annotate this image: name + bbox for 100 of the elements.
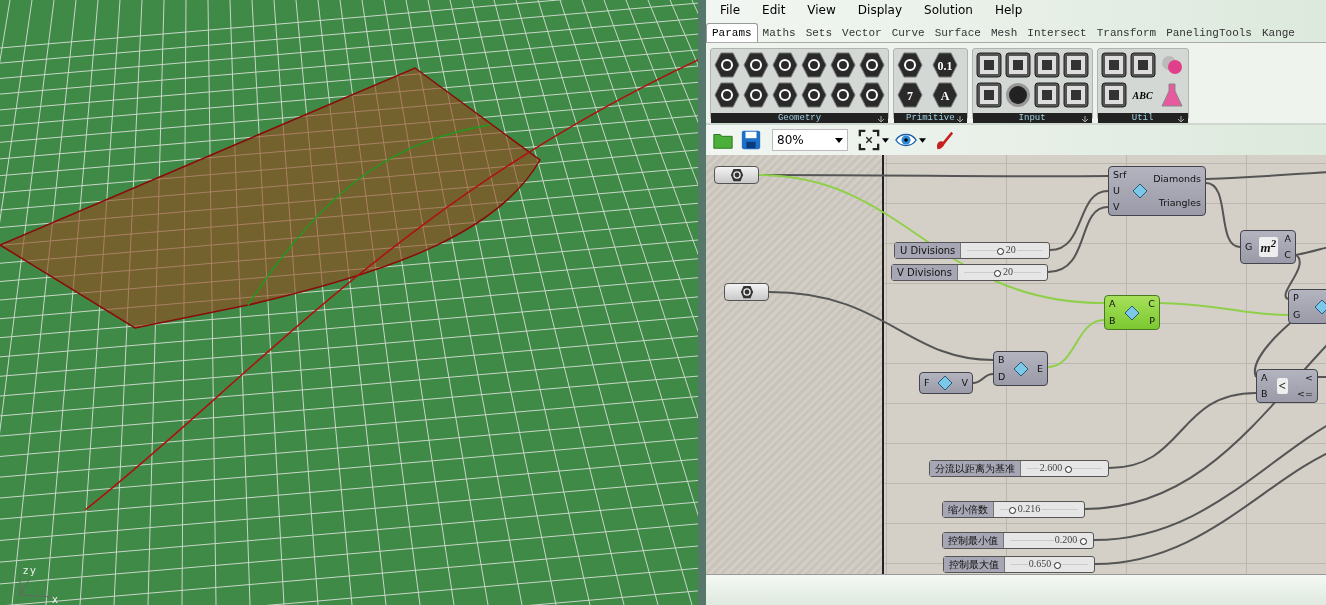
tile-icon[interactable] bbox=[1033, 52, 1060, 78]
tile-icon[interactable] bbox=[1033, 82, 1060, 108]
hexagon-icon[interactable] bbox=[743, 52, 769, 78]
slider-track[interactable]: 0.200 bbox=[1010, 533, 1087, 548]
hexagon-icon[interactable] bbox=[859, 52, 885, 78]
canvas[interactable]: Srf U V Diamonds Triangles U Divisions 20 V Divisions 20 G m$^{2}$ A C A B C P P G B D E F V A B < < <= 分流以距离为基准 2.600 缩小倍数 0.216 控制最小值 0.200 控制最大值 0.650 bbox=[706, 155, 1326, 574]
tab[interactable]: Intersect bbox=[1022, 24, 1092, 42]
expand-icon[interactable] bbox=[1176, 115, 1185, 123]
hexagon-icon[interactable] bbox=[830, 82, 856, 108]
tile-icon[interactable] bbox=[975, 52, 1002, 78]
component-node[interactable]: A B < < <= bbox=[1256, 369, 1318, 403]
menu-item[interactable]: Help bbox=[994, 3, 1023, 17]
caret-icon bbox=[835, 137, 843, 143]
slider-thumb[interactable] bbox=[994, 269, 1001, 277]
component-node[interactable]: B D E bbox=[993, 351, 1048, 386]
component-node[interactable]: P G bbox=[1288, 289, 1326, 324]
knob-icon[interactable] bbox=[1004, 82, 1031, 108]
group-label: Input bbox=[1018, 113, 1046, 123]
text-icon[interactable]: ABC bbox=[1129, 82, 1156, 108]
slider-value: 0.200 bbox=[1053, 534, 1079, 545]
hexagon-icon[interactable]: 7 bbox=[897, 82, 923, 108]
caret-icon[interactable] bbox=[919, 137, 926, 143]
menu-item[interactable]: View bbox=[807, 3, 836, 17]
tab[interactable]: Mesh bbox=[985, 24, 1023, 42]
slider-thumb[interactable] bbox=[1054, 561, 1062, 569]
hexagon-icon[interactable] bbox=[714, 82, 740, 108]
slider-value: 20 bbox=[1002, 266, 1014, 277]
axis-label: x bbox=[52, 594, 58, 605]
component-node[interactable]: A B C P bbox=[1104, 295, 1160, 330]
tab[interactable]: Curve bbox=[886, 24, 930, 42]
axis-label: y bbox=[30, 565, 36, 576]
save-icon[interactable] bbox=[740, 129, 762, 151]
slider-track[interactable]: 0.216 bbox=[1000, 502, 1078, 517]
tab[interactable]: Sets bbox=[800, 24, 838, 42]
expand-icon[interactable] bbox=[877, 115, 885, 123]
hexagon-icon bbox=[738, 285, 755, 299]
parameter-node[interactable] bbox=[724, 283, 769, 301]
tab[interactable]: Transform bbox=[1091, 24, 1162, 42]
number-slider[interactable]: 分流以距离为基准 2.600 bbox=[929, 460, 1109, 477]
slider-value: 0.216 bbox=[1016, 503, 1042, 514]
slider-value: 20 bbox=[1004, 244, 1017, 255]
slider-track[interactable]: 2.600 bbox=[1027, 461, 1102, 476]
tab[interactable]: Kange bbox=[1256, 24, 1300, 42]
hexagon-icon[interactable] bbox=[772, 52, 798, 78]
slider-track[interactable]: 20 bbox=[963, 265, 1041, 280]
slider-label: V Divisions bbox=[892, 265, 958, 280]
hexagon-icon[interactable]: 0.1 bbox=[931, 52, 958, 78]
hexagon-icon[interactable] bbox=[772, 82, 798, 108]
hexagon-icon[interactable] bbox=[801, 52, 827, 78]
hexagon-icon[interactable] bbox=[743, 82, 769, 108]
slider-track[interactable]: 0.650 bbox=[1011, 557, 1088, 572]
number-slider[interactable]: V Divisions 20 bbox=[891, 264, 1048, 281]
slider-thumb[interactable] bbox=[1080, 537, 1088, 545]
component-icon bbox=[1313, 298, 1326, 315]
component-icon bbox=[937, 375, 954, 391]
tile-icon[interactable] bbox=[1100, 52, 1127, 78]
slider-track[interactable]: 20 bbox=[967, 243, 1043, 258]
slider-label: 控制最小值 bbox=[943, 533, 1004, 548]
tile-icon[interactable] bbox=[1062, 82, 1089, 108]
input-label: B bbox=[1261, 388, 1268, 400]
hexagon-icon[interactable] bbox=[859, 82, 885, 108]
tile-icon[interactable] bbox=[1004, 52, 1031, 78]
tab[interactable]: Surface bbox=[929, 24, 986, 42]
number-slider[interactable]: U Divisions 20 bbox=[894, 242, 1050, 259]
hexagon-icon[interactable] bbox=[714, 52, 740, 78]
tile-icon[interactable] bbox=[1129, 52, 1156, 78]
menu-item[interactable]: Solution bbox=[924, 3, 973, 17]
slider-thumb[interactable] bbox=[1008, 506, 1016, 514]
number-slider[interactable]: 控制最大值 0.650 bbox=[943, 556, 1095, 573]
zoom-dropdown[interactable]: 80% bbox=[772, 129, 848, 151]
tab[interactable]: Params bbox=[706, 23, 758, 42]
slider-thumb[interactable] bbox=[1065, 465, 1073, 473]
number-slider[interactable]: 缩小倍数 0.216 bbox=[942, 501, 1085, 518]
input-label: G bbox=[1245, 241, 1253, 253]
hexagon-icon[interactable] bbox=[897, 52, 923, 78]
expand-icon[interactable] bbox=[955, 115, 964, 123]
slider-label: 缩小倍数 bbox=[943, 502, 994, 517]
slider-thumb[interactable] bbox=[996, 247, 1004, 255]
output-label: Diamonds bbox=[1153, 173, 1201, 185]
hexagon-icon[interactable] bbox=[801, 82, 827, 108]
expand-icon[interactable] bbox=[1080, 115, 1089, 123]
hexagon-icon[interactable]: A bbox=[931, 82, 958, 108]
component-node[interactable]: G m$^{2}$ A C bbox=[1240, 230, 1296, 264]
number-slider[interactable]: 控制最小值 0.200 bbox=[942, 532, 1094, 549]
menu-item[interactable]: File bbox=[720, 3, 741, 17]
menu-item[interactable]: Edit bbox=[762, 3, 786, 17]
tile-icon[interactable] bbox=[975, 82, 1002, 108]
menu-item[interactable]: Display bbox=[857, 3, 903, 17]
tile-icon[interactable] bbox=[1062, 52, 1089, 78]
zoom-extents-icon[interactable] bbox=[858, 129, 880, 151]
tile-icon[interactable] bbox=[1100, 82, 1127, 108]
hexagon-icon[interactable] bbox=[830, 52, 856, 78]
slider-label: 分流以距离为基准 bbox=[930, 461, 1021, 476]
component-node[interactable]: Srf U V Diamonds Triangles bbox=[1108, 166, 1206, 216]
tab[interactable]: Maths bbox=[757, 24, 801, 42]
tab[interactable]: Vector bbox=[837, 24, 887, 42]
component-node[interactable]: F V bbox=[919, 372, 973, 394]
caret-icon[interactable] bbox=[882, 137, 889, 143]
tab[interactable]: PanelingTools bbox=[1161, 24, 1257, 42]
parameter-node[interactable] bbox=[714, 166, 759, 184]
